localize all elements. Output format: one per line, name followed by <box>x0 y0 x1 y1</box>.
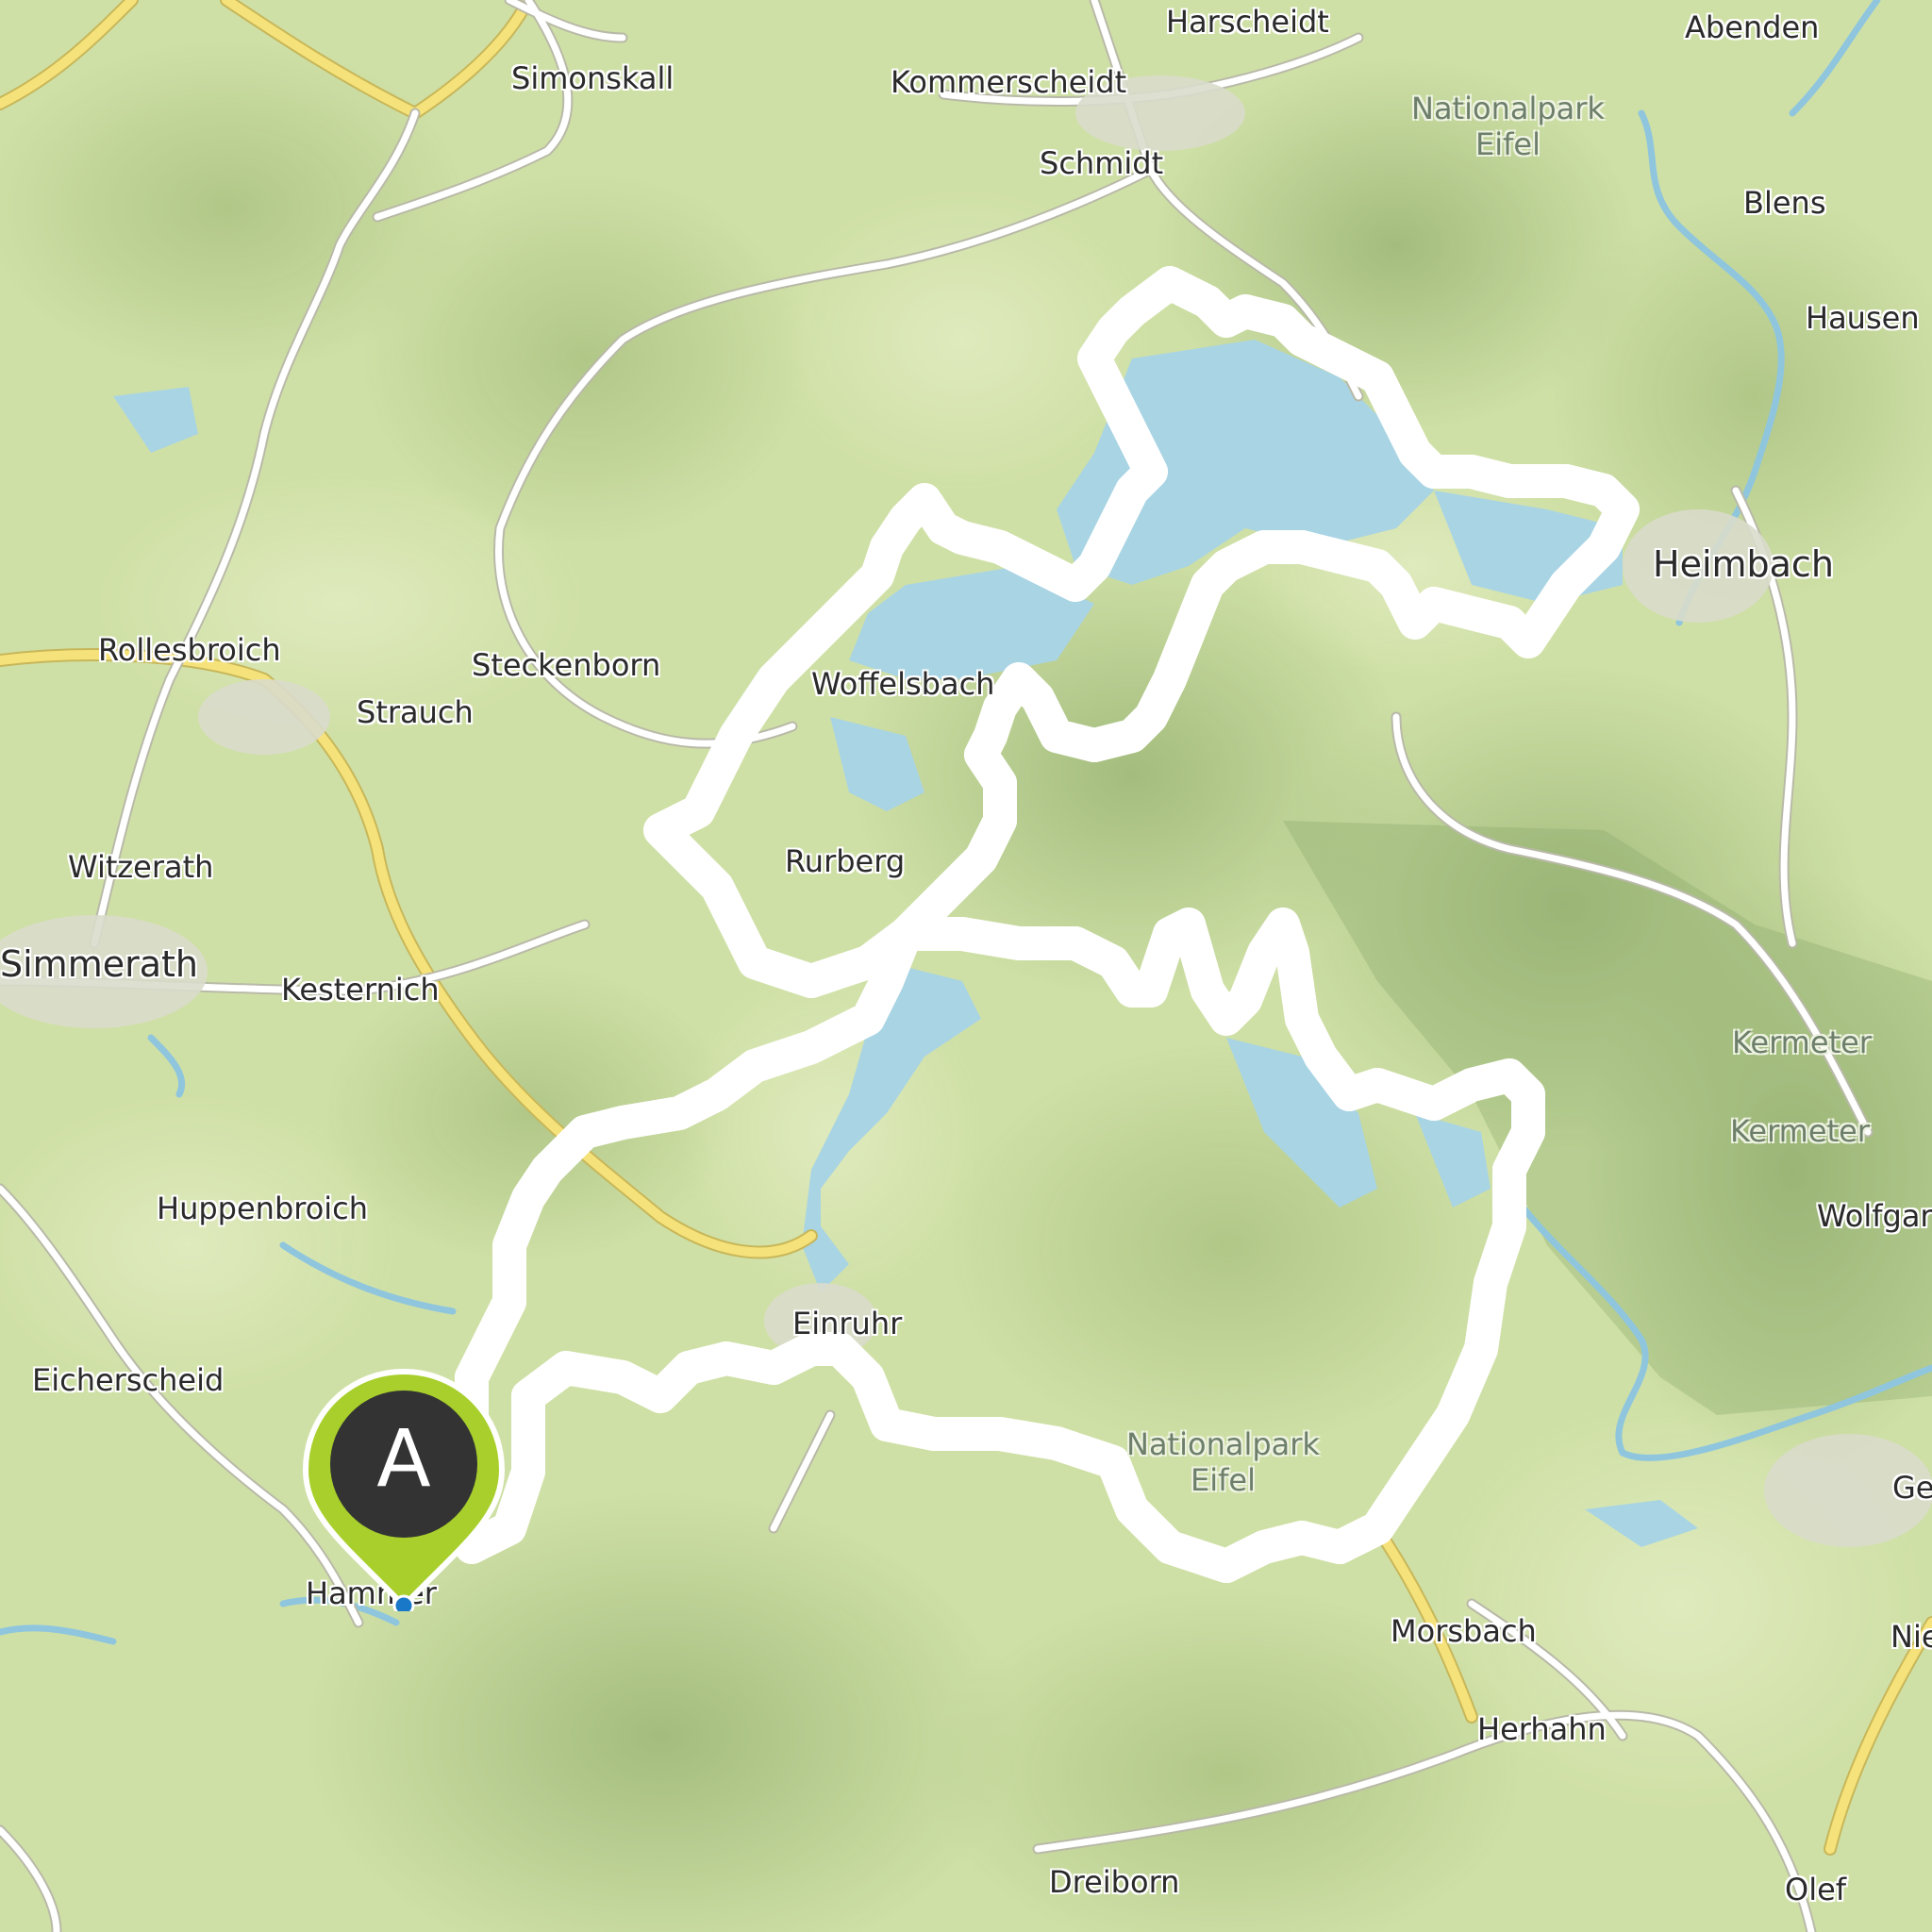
place-label-kermeter-2: Kermeter <box>1730 1113 1870 1149</box>
park-label-line1: Nationalpark <box>1411 91 1605 126</box>
place-label-simonskall: Simonskall <box>511 60 675 96</box>
place-label-wolfgarten: Wolfgarten <box>1817 1198 1932 1234</box>
place-label-steckenborn: Steckenborn <box>472 647 661 683</box>
route-line <box>472 283 1623 1566</box>
place-label-herhahn: Herhahn <box>1477 1711 1607 1747</box>
park-label-line2: Eifel <box>1475 126 1541 162</box>
place-label-heimbach: Heimbach <box>1653 543 1834 585</box>
start-marker-letter: A <box>376 1412 431 1505</box>
place-label-eicherscheid: Eicherscheid <box>32 1362 225 1398</box>
place-label-woffelsbach: Woffelsbach <box>811 666 995 702</box>
park-label-line2: Eifel <box>1191 1462 1256 1498</box>
place-label-morsbach: Morsbach <box>1391 1613 1537 1649</box>
route-layer <box>455 266 1640 1583</box>
place-label-simmerath: Simmerath <box>0 943 198 985</box>
place-label-blens: Blens <box>1743 185 1826 221</box>
place-label-harscheidt: Harscheidt <box>1166 4 1329 40</box>
place-label-rollesbroich: Rollesbroich <box>98 632 281 668</box>
place-label-olef: Olef <box>1785 1872 1847 1907</box>
map-canvas[interactable]: Harscheidt Abenden Simonskall Kommersche… <box>0 0 1932 1932</box>
place-label-schmidt: Schmidt <box>1040 145 1164 181</box>
place-label-rurberg: Rurberg <box>785 843 906 879</box>
place-label-witzerath: Witzerath <box>68 849 214 885</box>
place-label-kommerscheidt: Kommerscheidt <box>891 64 1127 100</box>
place-label-gemund: Gemünd <box>1892 1470 1932 1506</box>
place-label-huppenbroich: Huppenbroich <box>157 1191 369 1226</box>
place-label-abenden: Abenden <box>1685 9 1820 45</box>
place-label-dreiborn: Dreiborn <box>1049 1864 1180 1900</box>
park-label-nationalpark-south: Nationalpark Eifel <box>1126 1426 1320 1498</box>
place-label-kermeter: Kermeter <box>1732 1024 1872 1060</box>
place-label-nierfeld: Nierfeld <box>1890 1619 1932 1655</box>
place-label-kesternich: Kesternich <box>281 972 440 1008</box>
park-label-line1: Nationalpark <box>1126 1426 1320 1462</box>
park-label-nationalpark-north: Nationalpark Eifel <box>1411 91 1605 162</box>
place-label-hausen: Hausen <box>1806 300 1920 336</box>
start-marker[interactable]: A <box>300 1366 508 1617</box>
place-label-strauch: Strauch <box>357 694 474 730</box>
place-label-einruhr: Einruhr <box>792 1306 903 1341</box>
